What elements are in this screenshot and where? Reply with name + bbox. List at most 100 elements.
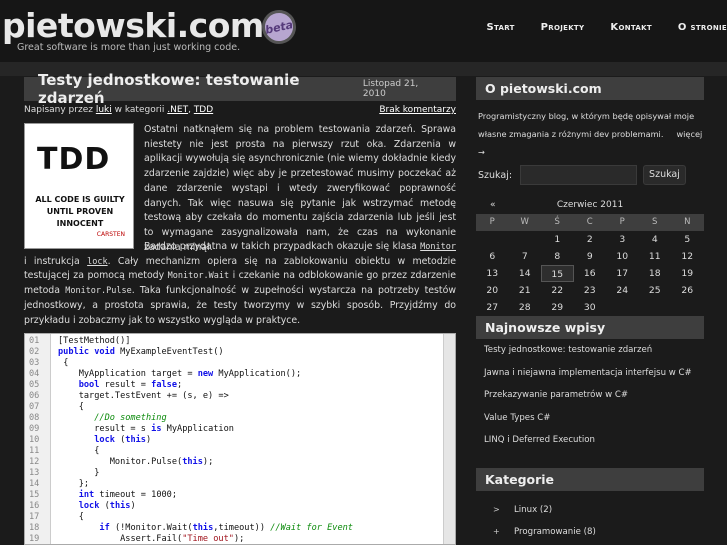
calendar-day[interactable]: 7	[509, 248, 542, 265]
calendar-day	[509, 231, 542, 248]
category-link-net[interactable]: .NET	[167, 105, 188, 115]
calendar-day[interactable]: 26	[671, 282, 704, 299]
post-title[interactable]: Testy jednostkowe: testowanie zdarzeń	[38, 71, 363, 107]
calendar-day[interactable]: 4	[639, 231, 672, 248]
nav-projekty[interactable]: Projekty	[515, 22, 585, 33]
calendar-day[interactable]: 19	[671, 265, 704, 282]
line-number: 07	[29, 402, 40, 412]
calendar-day[interactable]: 17	[606, 265, 639, 282]
recent-post-link[interactable]: LINQ i Deferred Execution	[474, 429, 704, 452]
calendar-day[interactable]: 6	[476, 248, 509, 265]
calendar-day[interactable]: 5	[671, 231, 704, 248]
calendar-day[interactable]: 29	[541, 299, 574, 316]
calendar-day[interactable]: 16	[574, 265, 607, 282]
code-text: MyApplication	[161, 424, 234, 434]
meta-prefix: Napisany przez	[24, 105, 93, 115]
code-block[interactable]: 01 [TestMethod()] 02 public void MyExample…	[24, 333, 456, 545]
calendar-day[interactable]: 11	[639, 248, 672, 265]
category-item[interactable]: + Programowanie (8)	[476, 521, 704, 543]
calendar-day[interactable]: 30	[574, 299, 607, 316]
code-keyword: this	[192, 523, 214, 533]
recent-posts-list: Testy jednostkowe: testowanie zdarzeń Jaw…	[476, 339, 704, 452]
code-text: );	[202, 457, 214, 467]
calendar-day[interactable]: 8	[541, 248, 574, 265]
calendar-prev-icon[interactable]: «	[476, 200, 516, 210]
nav-kontakt[interactable]: Kontakt	[584, 22, 652, 33]
recent-posts-heading: Najnowsze wpisy	[476, 316, 704, 339]
calendar-week: 13 14 15 16 17 18 19	[476, 265, 704, 282]
code-text: );	[233, 534, 245, 544]
recent-post-link[interactable]: Value Types C#	[474, 407, 704, 430]
calendar-day[interactable]: 28	[509, 299, 542, 316]
calendar-weekday: W	[508, 214, 541, 231]
code-text: )	[145, 435, 152, 445]
calendar-day[interactable]: 14	[509, 265, 542, 282]
recent-post-link[interactable]: Przekazywanie parametrów w C#	[474, 384, 704, 407]
recent-post-link[interactable]: Jawna i niejawna implementacja interfejs…	[474, 362, 704, 385]
code-text: MyApplication();	[213, 369, 302, 379]
calendar-day[interactable]: 25	[639, 282, 672, 299]
code-text: Monitor.Pulse(	[109, 457, 183, 467]
line-number: 14	[29, 479, 40, 489]
category-label[interactable]: Linux (2)	[514, 499, 552, 521]
calendar-weekday: C	[573, 214, 606, 231]
line-number: 09	[29, 424, 40, 434]
nav-o-stronie[interactable]: O stronie	[652, 22, 727, 33]
author-link[interactable]: luki	[96, 105, 112, 115]
calendar-day[interactable]: 3	[606, 231, 639, 248]
comments-link[interactable]: Brak komentarzy	[379, 105, 456, 115]
code-keyword: this	[125, 435, 146, 445]
code-text: result =	[99, 380, 152, 390]
search-input[interactable]	[520, 165, 638, 185]
code-line: 04 MyApplication target = new MyApplicat…	[25, 369, 455, 380]
code-keyword: this	[182, 457, 203, 467]
search-button[interactable]: Szukaj	[643, 165, 686, 185]
tdd-image-caption: ALL CODE IS GUILTY UNTIL PROVEN INNOCENT	[25, 194, 135, 230]
calendar-day[interactable]: 18	[639, 265, 672, 282]
calendar-day[interactable]: 15	[541, 265, 574, 282]
code-text: timeout = 1000;	[94, 490, 178, 500]
line-number: 15	[29, 490, 40, 500]
categories-list: > Linux (2) + Programowanie (8)	[476, 499, 704, 543]
line-number: 04	[29, 369, 40, 379]
category-link-tdd[interactable]: TDD	[194, 105, 213, 115]
calendar-day[interactable]: 20	[476, 282, 509, 299]
calendar-day[interactable]: 22	[541, 282, 574, 299]
code-keyword: false	[151, 380, 178, 390]
recent-post-link[interactable]: Testy jednostkowe: testowanie zdarzeń	[474, 339, 704, 362]
post-header: Testy jednostkowe: testowanie zdarzeń Li…	[24, 71, 456, 107]
calendar-day	[476, 231, 509, 248]
category-toggle-icon[interactable]: +	[493, 521, 500, 543]
code-text: )	[130, 501, 136, 511]
code-line: 05 bool result = false;	[25, 380, 455, 391]
nav-start[interactable]: Start	[460, 22, 514, 33]
calendar-day[interactable]: 21	[509, 282, 542, 299]
search-form: Szukaj: Szukaj	[478, 165, 686, 185]
monitor-link[interactable]: Monitor	[420, 242, 456, 252]
p2-text-a: Bardzo przydatna w takich przypadkach ok…	[144, 241, 417, 252]
calendar-day[interactable]: 27	[476, 299, 509, 316]
code-scrollbar[interactable]	[443, 334, 455, 544]
calendar-day	[606, 299, 639, 316]
code-text: {	[94, 446, 100, 456]
monitor-pulse-code: Monitor.Pulse	[65, 286, 132, 297]
calendar-day[interactable]: 23	[574, 282, 607, 299]
calendar-day[interactable]: 9	[574, 248, 607, 265]
post-date: Listopad 21, 2010	[362, 79, 419, 99]
calendar-day[interactable]: 10	[606, 248, 639, 265]
calendar-day	[671, 299, 704, 316]
code-line: 18 if (!Monitor.Wait(this,timeout)) //Wa…	[25, 523, 455, 534]
calendar-day[interactable]: 2	[574, 231, 607, 248]
site-logo[interactable]: pietowski.com	[2, 6, 264, 45]
category-label[interactable]: Programowanie (8)	[514, 521, 596, 543]
site-header: pietowski.com beta Great software is mor…	[0, 0, 727, 62]
calendar-day[interactable]: 13	[476, 265, 509, 282]
calendar-day[interactable]: 12	[671, 248, 704, 265]
lock-link[interactable]: lock	[87, 257, 107, 267]
code-text: (	[99, 501, 110, 511]
calendar-day[interactable]: 24	[606, 282, 639, 299]
calendar-day[interactable]: 1	[541, 231, 574, 248]
line-number: 12	[29, 457, 40, 467]
category-toggle-icon[interactable]: >	[493, 499, 500, 521]
category-item[interactable]: > Linux (2)	[476, 499, 704, 521]
